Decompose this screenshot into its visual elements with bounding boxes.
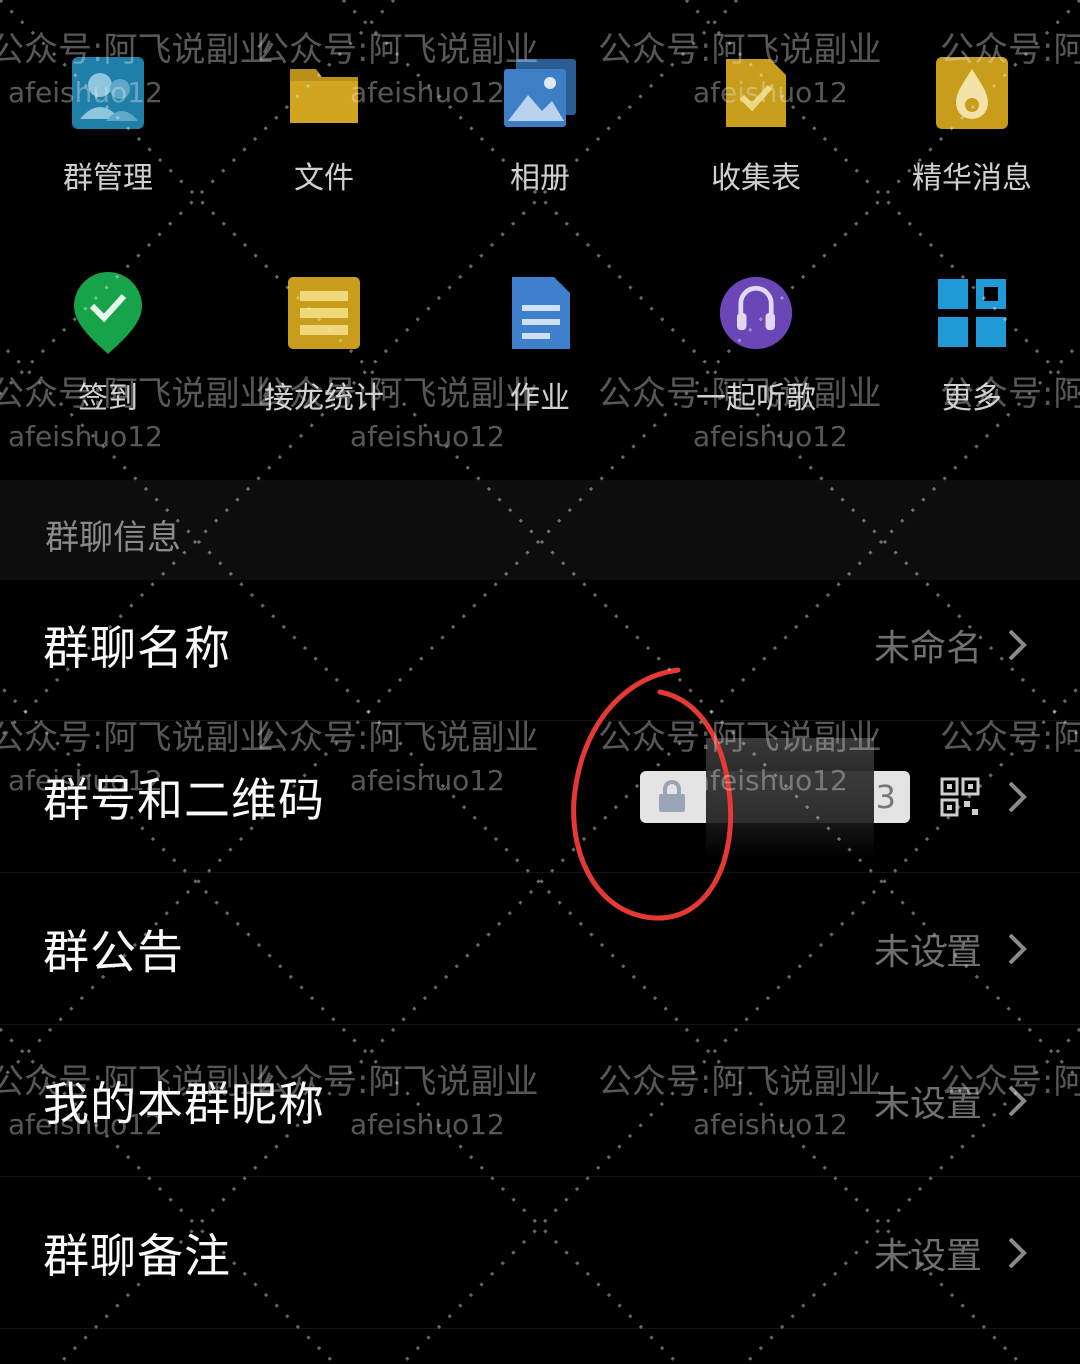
group-name-value: 未命名 [873, 628, 982, 669]
collection-form-icon [718, 55, 794, 131]
homework-icon [502, 275, 578, 351]
group-manage-item[interactable]: 群管理 [0, 55, 216, 197]
group-manage-label: 群管理 [63, 161, 153, 196]
my-nickname-value: 未设置 [873, 1084, 982, 1125]
file-label: 文件 [294, 161, 354, 196]
more-apps-item[interactable]: 更多 [864, 275, 1080, 417]
album-item[interactable]: 相册 [432, 55, 648, 197]
essence-message-icon [934, 55, 1010, 131]
relay-stats-label: 接龙统计 [264, 381, 384, 416]
qrcode-icon[interactable] [940, 777, 980, 817]
section-title: 群聊信息 [45, 518, 181, 558]
check-in-icon [70, 272, 146, 354]
collection-form-label: 收集表 [711, 161, 801, 196]
group-notice-value: 未设置 [873, 932, 982, 973]
homework-item[interactable]: 作业 [432, 275, 648, 417]
listen-together-label: 一起听歌 [696, 381, 816, 416]
relay-stats-icon [286, 275, 362, 351]
annotation-circle [571, 667, 734, 921]
album-label: 相册 [510, 161, 570, 196]
chevron-right-icon [1008, 781, 1027, 813]
listen-together-icon [718, 275, 794, 351]
function-grid-row-1: 群管理 文件 相册 收集表 精华消息 [0, 55, 1080, 197]
row-group-notice[interactable]: 群公告 未设置 [0, 874, 1080, 1025]
chevron-right-icon [1008, 1085, 1027, 1117]
collection-form-item[interactable]: 收集表 [648, 55, 864, 197]
row-group-remark[interactable]: 群聊备注 未设置 [0, 1178, 1080, 1329]
chevron-right-icon [1008, 933, 1027, 965]
more-apps-label: 更多 [942, 381, 1002, 416]
group-manage-icon [70, 55, 146, 131]
essence-message-item[interactable]: 精华消息 [864, 55, 1080, 197]
chevron-right-icon [1008, 629, 1027, 661]
row-group-number-qrcode[interactable]: 群号和二维码 3 [0, 722, 1080, 873]
watermark-id: afeishuo12 [693, 420, 848, 453]
group-remark-label: 群聊备注 [43, 1229, 231, 1283]
row-group-name[interactable]: 群聊名称 未命名 [0, 570, 1080, 721]
watermark-id: afeishuo12 [8, 420, 163, 453]
group-number-qrcode-label: 群号和二维码 [43, 773, 325, 827]
chevron-right-icon [1008, 1237, 1027, 1269]
essence-message-label: 精华消息 [912, 161, 1032, 196]
watermark-id: afeishuo12 [350, 420, 505, 453]
row-my-nickname[interactable]: 我的本群昵称 未设置 [0, 1026, 1080, 1177]
listen-together-item[interactable]: 一起听歌 [648, 275, 864, 417]
homework-label: 作业 [510, 381, 570, 416]
group-remark-value: 未设置 [873, 1236, 982, 1277]
check-in-label: 签到 [78, 381, 138, 416]
group-notice-label: 群公告 [43, 925, 184, 979]
my-nickname-label: 我的本群昵称 [43, 1077, 325, 1131]
check-in-item[interactable]: 签到 [0, 272, 216, 417]
file-item[interactable]: 文件 [216, 55, 432, 197]
relay-stats-item[interactable]: 接龙统计 [216, 275, 432, 417]
group-number-end: 3 [875, 778, 896, 816]
group-name-label: 群聊名称 [43, 621, 231, 675]
more-apps-icon [934, 275, 1010, 351]
section-header-group-info: 群聊信息 [0, 480, 1080, 580]
album-icon [502, 55, 578, 131]
folder-icon [286, 55, 362, 131]
function-grid-row-2: 签到 接龙统计 作业 一起听歌 更多 [0, 272, 1080, 417]
